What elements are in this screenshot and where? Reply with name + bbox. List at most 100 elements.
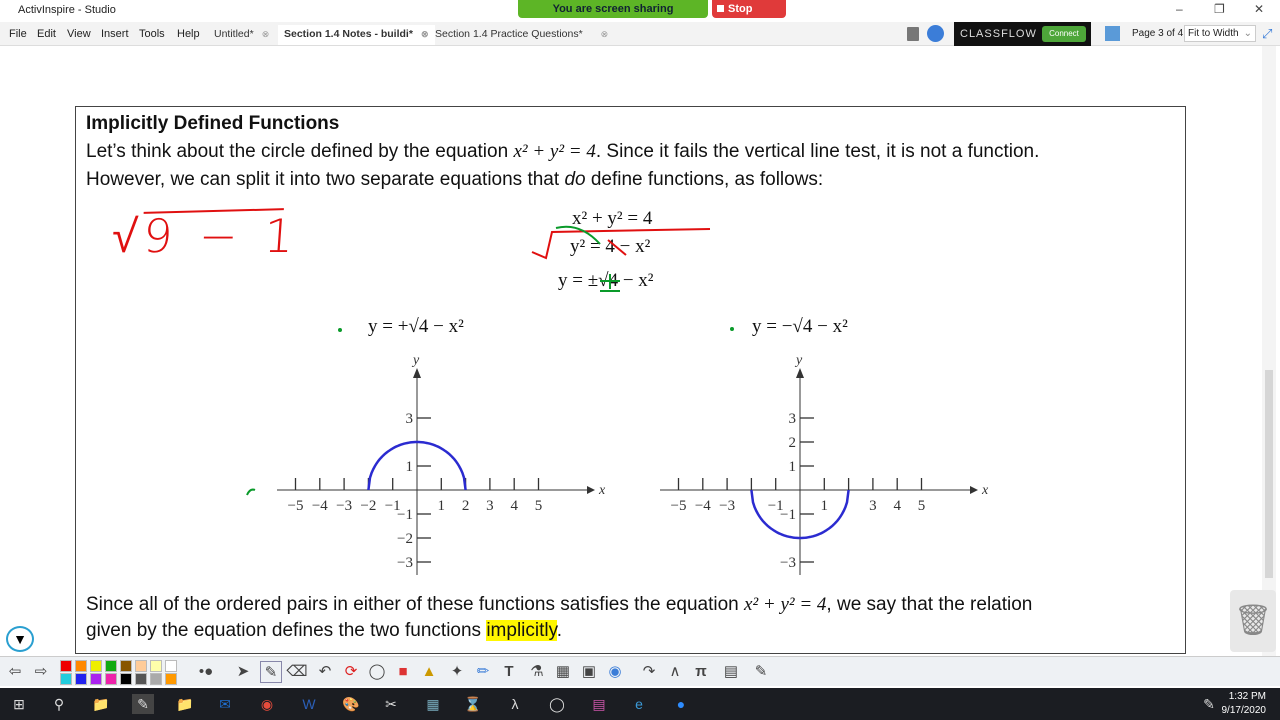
acrobat-icon[interactable]: λ — [504, 694, 526, 714]
outlook-icon[interactable]: ✉ — [214, 694, 236, 714]
handwritten-green-marks — [246, 225, 734, 496]
y-tick-label: −2 — [397, 531, 413, 547]
y-tick-label: −1 — [780, 507, 796, 523]
clear-icon[interactable]: ⚗ — [526, 661, 548, 683]
circle-equation: x² + y² = 4 — [744, 594, 827, 615]
y-axis-label: y — [411, 353, 420, 368]
start-icon[interactable]: ⊞ — [8, 694, 30, 714]
toolbox-menu-icon[interactable]: ▼ — [6, 626, 34, 652]
color-swatch[interactable] — [135, 660, 147, 672]
timer-icon[interactable]: ⌛ — [462, 694, 484, 714]
paint-icon[interactable]: 🎨 — [340, 694, 362, 714]
clock-time: 1:32 PM — [1228, 691, 1266, 702]
calculator-app-icon[interactable]: ▦ — [422, 694, 444, 714]
y-tick-label: 3 — [406, 411, 414, 427]
x-axis-arrow — [970, 486, 978, 494]
y-tick-label: 1 — [789, 459, 797, 475]
search-icon[interactable]: ⚲ — [48, 694, 70, 714]
color-swatch[interactable] — [105, 673, 117, 685]
y-axis-arrow — [796, 368, 804, 378]
color-swatch[interactable] — [90, 660, 102, 672]
x-tick-label: −2 — [360, 498, 376, 514]
color-swatch[interactable] — [90, 673, 102, 685]
pen-width-icon[interactable]: •● — [195, 661, 217, 683]
y-tick-label: −3 — [780, 555, 796, 571]
x-tick-label: 4 — [893, 498, 901, 514]
x-tick-label: 1 — [821, 498, 829, 514]
dice-icon[interactable]: ▣ — [578, 661, 600, 683]
y-tick-label: −1 — [397, 507, 413, 523]
color-swatch[interactable] — [105, 660, 117, 672]
shape-icon[interactable]: ◯ — [366, 661, 388, 683]
system-clock[interactable]: 1:32 PM 9/17/2020 — [1222, 690, 1267, 718]
page-notes-icon[interactable]: ▤ — [720, 661, 742, 683]
customize-icon[interactable]: ✎ — [750, 661, 772, 683]
web-browser-icon[interactable]: ◉ — [604, 661, 626, 683]
pi-icon[interactable]: π — [690, 661, 712, 683]
color-swatch[interactable] — [135, 673, 147, 685]
word-icon[interactable]: W — [298, 694, 320, 714]
onedrive-folder-icon[interactable]: 📁 — [174, 694, 196, 714]
y-tick-label: 1 — [406, 459, 414, 475]
color-swatch[interactable] — [60, 660, 72, 672]
color-swatch[interactable] — [120, 660, 132, 672]
highlighted-word: implicitly — [486, 620, 557, 641]
internet-explorer-icon[interactable]: e — [628, 694, 650, 714]
compass-icon[interactable]: ∧ — [664, 661, 686, 683]
x-tick-label: 5 — [918, 498, 926, 514]
x-tick-label: 2 — [462, 498, 470, 514]
eraser-icon[interactable]: ⌫ — [286, 661, 308, 683]
color-swatch[interactable] — [120, 673, 132, 685]
text-icon[interactable]: T — [498, 661, 520, 683]
color-swatch[interactable] — [75, 673, 87, 685]
x-axis-arrow — [587, 486, 595, 494]
color-swatch[interactable] — [150, 660, 162, 672]
text: , we say that the relation — [826, 594, 1033, 615]
activinspire-icon[interactable]: ✎ — [132, 694, 154, 714]
y-tick-label: −3 — [397, 555, 413, 571]
tools-icon[interactable]: ✦ — [446, 661, 468, 683]
x-tick-label: 4 — [510, 498, 518, 514]
x-tick-label: 3 — [869, 498, 877, 514]
previous-page-icon[interactable]: ⇦ — [4, 661, 26, 683]
y-tick-label: 3 — [789, 411, 797, 427]
trash-can-icon[interactable]: 🗑 — [1230, 590, 1276, 652]
undo-icon[interactable]: ↶ — [314, 661, 336, 683]
redo-icon[interactable]: ↷ — [638, 661, 660, 683]
color-swatch[interactable] — [165, 673, 177, 685]
x-axis-label: x — [981, 483, 989, 498]
pen-icon[interactable]: ✎ — [260, 661, 282, 683]
x-tick-label: −4 — [312, 498, 328, 514]
connector-icon[interactable]: ■ — [392, 661, 414, 683]
snipping-tool-icon[interactable]: ✂ — [380, 694, 402, 714]
color-swatch[interactable] — [60, 673, 72, 685]
text: given by the equation defines the two fu… — [86, 620, 487, 641]
y-axis-label: y — [794, 353, 803, 368]
conclusion-line-1: Since all of the ordered pairs in either… — [86, 594, 1032, 616]
conclusion-line-2: given by the equation defines the two fu… — [86, 620, 562, 642]
handwritten-red-marks — [531, 228, 711, 260]
next-page-icon[interactable]: ⇨ — [30, 661, 52, 683]
app-icon[interactable]: ▤ — [588, 694, 610, 714]
clock-date: 9/17/2020 — [1221, 705, 1267, 716]
obs-icon[interactable]: ◯ — [546, 694, 568, 714]
chrome-icon[interactable]: ◉ — [256, 694, 278, 714]
color-swatch[interactable] — [75, 660, 87, 672]
file-explorer-icon[interactable]: 📁 — [90, 694, 112, 714]
main-toolbar: ⇦ ⇨ •● ➤ ✎ ⌫ ↶ ⟳ ◯ ■ ▲ ✦ ✏ T ⚗ ▦ ▣ ◉ ↷ ∧… — [0, 656, 1280, 686]
fill-icon[interactable]: ▲ — [418, 661, 440, 683]
color-swatch[interactable] — [165, 660, 177, 672]
color-swatch[interactable] — [150, 673, 162, 685]
x-tick-label: −5 — [288, 498, 304, 514]
windows-taskbar: ⊞ ⚲ 📁 ✎ 📁 ✉ ◉ W 🎨 ✂ ▦ ⌛ λ ◯ ▤ e ● ✎ — [0, 688, 1280, 720]
select-icon[interactable]: ➤ — [232, 661, 254, 683]
x-tick-label: 5 — [535, 498, 543, 514]
y-tick-label: 2 — [789, 435, 797, 451]
reset-page-icon[interactable]: ⟳ — [340, 661, 362, 683]
pen-tray-icon[interactable]: ✎ — [1198, 694, 1220, 714]
calculator-icon[interactable]: ▦ — [552, 661, 574, 683]
zoom-app-icon[interactable]: ● — [670, 694, 692, 714]
highlighter-icon[interactable]: ✏ — [472, 661, 494, 683]
text: . — [556, 620, 562, 641]
x-tick-label: −5 — [671, 498, 687, 514]
